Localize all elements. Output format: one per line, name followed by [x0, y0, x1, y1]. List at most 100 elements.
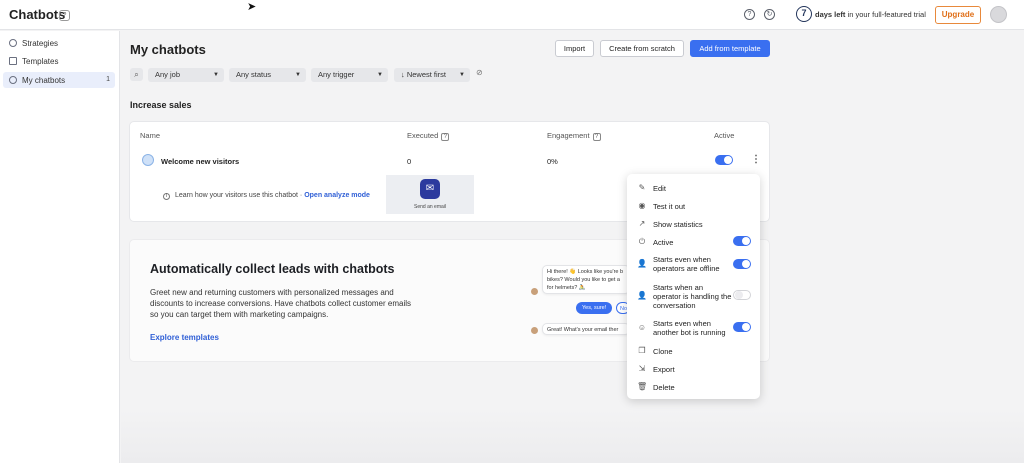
explore-templates-link[interactable]: Explore templates: [150, 333, 219, 342]
eye-icon: ◉: [638, 201, 646, 210]
menu-item-label: Delete: [653, 383, 675, 392]
column-header-active: Active: [714, 131, 735, 140]
job-filter-value: Any job: [155, 70, 181, 79]
add-from-template-button[interactable]: Add from template: [690, 40, 770, 57]
help-icon[interactable]: ?: [59, 10, 70, 21]
menu-item-offline[interactable]: 👤 Starts even when operators are offline: [627, 253, 760, 275]
chevron-down-icon: ▼: [377, 72, 383, 78]
analyze-separator: ·: [299, 192, 303, 199]
create-from-scratch-button[interactable]: Create from scratch: [600, 40, 684, 57]
refresh-icon[interactable]: ↻: [764, 9, 775, 20]
more-options-icon[interactable]: ⋮: [751, 154, 761, 165]
person-icon: 👤: [637, 291, 647, 300]
question-circle-icon[interactable]: ?: [744, 9, 755, 20]
engagement-value: 0%: [547, 157, 558, 166]
sidebar-item-strategies[interactable]: Strategies: [3, 35, 115, 51]
menu-item-label: Edit: [653, 184, 666, 193]
promo-title: Automatically collect leads with chatbot…: [150, 262, 395, 276]
active-toggle[interactable]: [733, 236, 751, 246]
column-header-executed: Executed?: [407, 131, 450, 141]
flow-preview[interactable]: ✉ Send an email: [386, 175, 474, 214]
chat-bubble-greeting: Hi there! 👋 Looks like you're b bikes? W…: [542, 265, 630, 294]
menu-item-label: Export: [653, 365, 675, 374]
sidebar-item-label: Templates: [22, 57, 59, 66]
info-icon: i: [163, 193, 170, 200]
sidebar-item-label: My chatbots: [22, 76, 66, 85]
menu-item-label: Clone: [653, 347, 673, 356]
menu-item-test[interactable]: ◉ Test it out: [627, 197, 760, 213]
menu-item-active[interactable]: ⏻ Active: [627, 233, 760, 249]
trial-days-label: days left: [815, 10, 846, 19]
menu-item-export[interactable]: ⇲ Export: [627, 360, 760, 376]
menu-item-label: Test it out: [653, 202, 686, 211]
menu-item-clone[interactable]: ❐ Clone: [627, 342, 760, 358]
column-header-engagement-label: Engagement: [547, 131, 590, 140]
target-icon: [9, 39, 17, 47]
menu-item-label: Show statistics: [653, 220, 703, 229]
user-avatar[interactable]: [990, 6, 1007, 23]
chevron-down-icon: ▼: [459, 72, 465, 78]
bot-icon: ☺: [637, 323, 647, 332]
export-icon: ⇲: [638, 364, 646, 373]
import-button[interactable]: Import: [555, 40, 594, 57]
chatbot-icon: [9, 76, 17, 84]
menu-item-label: Starts even when operators are offline: [653, 255, 720, 273]
clear-filter-icon[interactable]: ⊘: [476, 68, 483, 77]
menu-item-operator[interactable]: 👤 Starts when an operator is handling th…: [627, 281, 760, 311]
sidebar-item-count: 1: [106, 76, 110, 83]
chat-chip-yes: Yes, sure!: [576, 302, 613, 314]
another-bot-toggle[interactable]: [733, 322, 751, 332]
offline-toggle[interactable]: [733, 259, 751, 269]
menu-item-label: Starts when an operator is handling the …: [653, 283, 732, 310]
menu-item-statistics[interactable]: ↗ Show statistics: [627, 215, 760, 231]
sidebar-item-my-chatbots[interactable]: My chatbots 1: [3, 72, 115, 88]
help-icon[interactable]: ?: [441, 133, 450, 141]
chevron-down-icon: ▼: [213, 72, 219, 78]
chatbot-name[interactable]: Welcome new visitors: [161, 157, 239, 166]
status-filter[interactable]: Any status ▼: [229, 68, 306, 82]
list-icon: [9, 57, 17, 65]
analyze-text: Learn how your visitors use this chatbot: [175, 192, 298, 199]
menu-item-label: Active: [653, 238, 674, 247]
menu-item-delete[interactable]: 🗑 Delete: [627, 378, 760, 394]
sort-filter-value: Newest first: [406, 70, 447, 79]
app-title: Chatbots: [9, 7, 66, 22]
search-icon[interactable]: ⌕: [130, 68, 143, 81]
job-filter[interactable]: Any job ▼: [148, 68, 224, 82]
envelope-icon: ✉: [420, 179, 440, 199]
agent-avatar: [531, 327, 538, 334]
power-icon: ⏻: [638, 237, 646, 246]
chat-bubble-email: Great! What's your email ther: [542, 323, 630, 335]
sort-filter[interactable]: ↓ Newest first ▼: [394, 68, 470, 82]
menu-item-edit[interactable]: ✎ Edit: [627, 179, 760, 195]
section-title: Increase sales: [130, 100, 192, 110]
analyze-hint: i Learn how your visitors use this chatbo…: [163, 192, 370, 200]
executed-value: 0: [407, 157, 412, 166]
column-header-executed-label: Executed: [407, 131, 439, 140]
sidebar-item-label: Strategies: [22, 39, 59, 48]
preview-label: Send an email: [414, 204, 446, 210]
pencil-icon: ✎: [638, 183, 646, 192]
active-toggle[interactable]: [715, 155, 733, 165]
operator-toggle[interactable]: [733, 290, 751, 300]
chevron-down-icon: ▼: [295, 72, 301, 78]
sidebar-item-templates[interactable]: Templates: [3, 53, 115, 69]
open-analyze-mode-link[interactable]: Open analyze mode: [304, 192, 370, 199]
page-title: My chatbots: [130, 42, 206, 57]
mouse-cursor-icon: ➤: [247, 1, 257, 13]
menu-item-another-bot[interactable]: ☺ Starts even when another bot is runnin…: [627, 317, 760, 339]
status-filter-value: Any status: [236, 70, 272, 79]
trigger-filter[interactable]: Any trigger ▼: [311, 68, 388, 82]
trial-text: days left in your full-featured trial: [815, 10, 926, 19]
menu-item-label: Starts even when another bot is running: [653, 319, 726, 337]
person-icon: 👤: [637, 259, 647, 268]
upgrade-button[interactable]: Upgrade: [935, 6, 981, 24]
page-background: [121, 410, 1024, 463]
help-icon[interactable]: ?: [592, 133, 601, 141]
column-header-name: Name: [140, 131, 161, 140]
sidebar: Strategies Templates My chatbots 1: [0, 31, 120, 463]
trigger-filter-value: Any trigger: [318, 70, 355, 79]
agent-avatar: [531, 288, 538, 295]
chart-icon: ↗: [638, 219, 646, 228]
trial-rest-label: in your full-featured trial: [845, 10, 926, 19]
